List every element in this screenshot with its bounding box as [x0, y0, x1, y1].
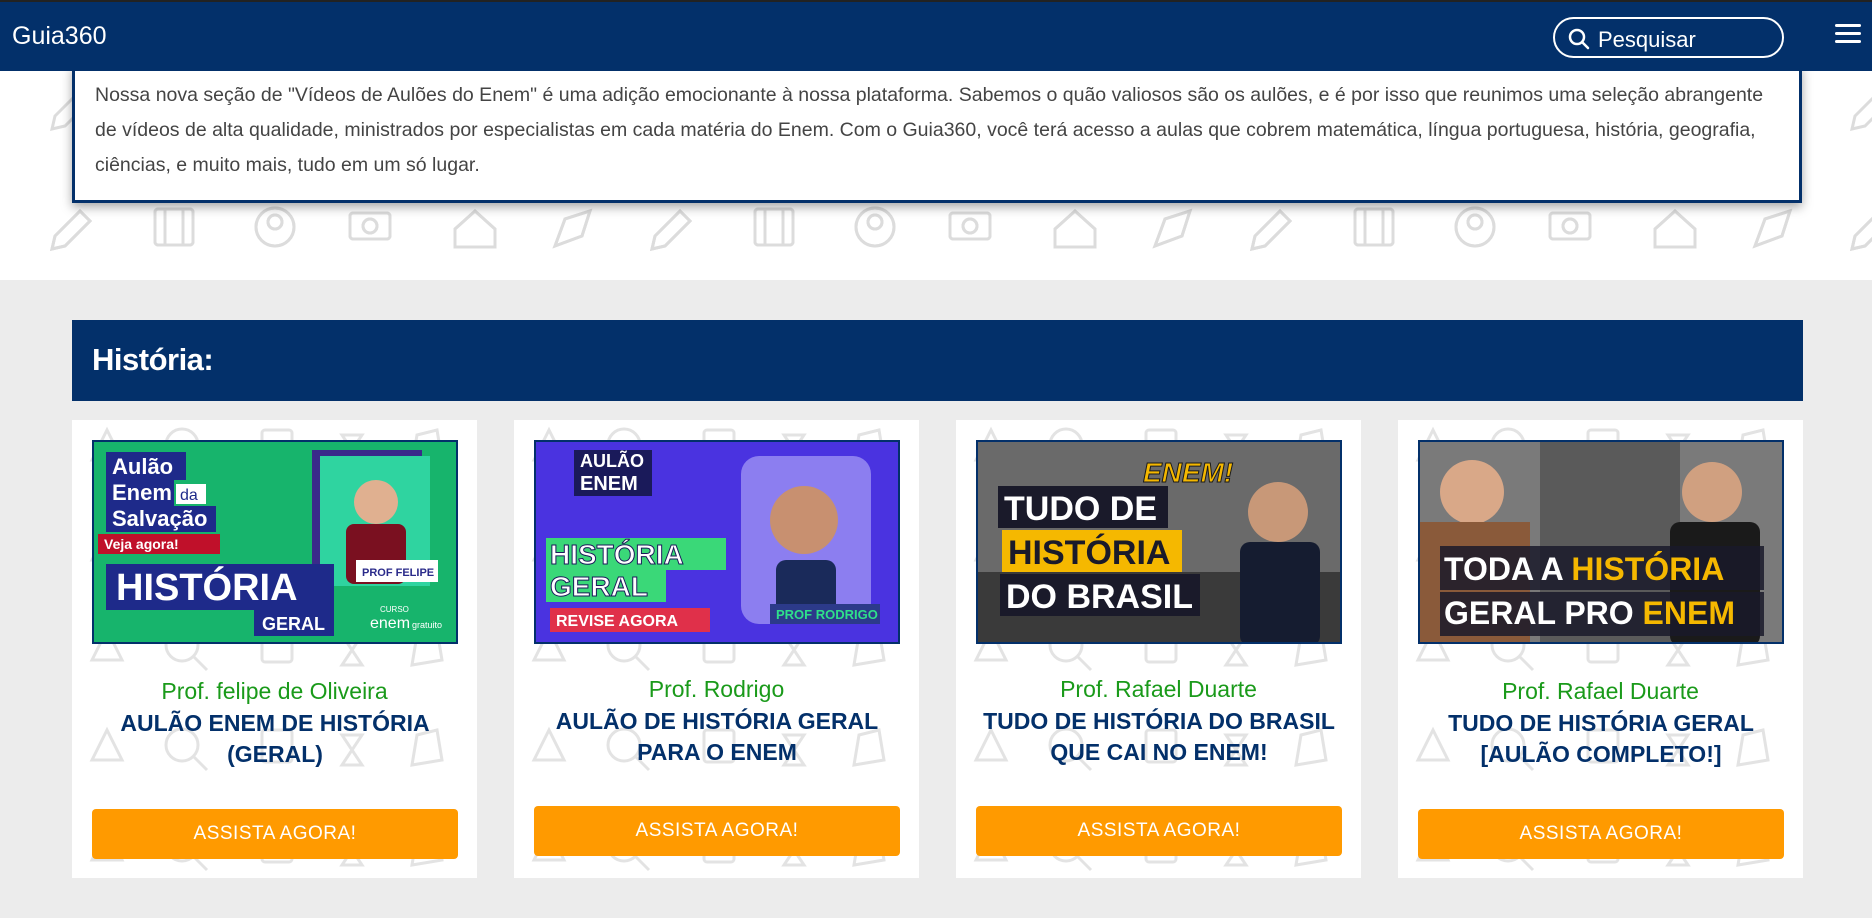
section-header-historia: História: [72, 320, 1803, 401]
thumb-badge1: AULÃO [580, 450, 644, 471]
brand-logo[interactable]: Guia360 [12, 22, 107, 51]
top-navbar: Guia360 Pesquisar [0, 0, 1872, 71]
search-input[interactable]: Pesquisar [1598, 27, 1696, 53]
thumb-brand-small: CURSO [380, 605, 409, 614]
video-thumbnail-2[interactable]: PROF RODRIGO AULÃO ENEM HISTÓRIA GERAL R… [534, 440, 900, 644]
thumb-line2b: da [180, 487, 198, 504]
professor-name: Prof. Rodrigo [648, 676, 785, 702]
svg-text:GERAL PRO ENEM: GERAL PRO ENEM [1444, 595, 1735, 631]
video-title: TUDO DE HISTÓRIA DO BRASIL QUE CAI NO EN… [983, 708, 1335, 765]
watch-now-button[interactable]: ASSISTA AGORA! [534, 806, 900, 856]
video-title: AULÃO ENEM DE HISTÓRIA (GERAL) [120, 710, 430, 767]
watch-now-button[interactable]: ASSISTA AGORA! [976, 806, 1342, 856]
thumbnail-image: ENEM! TUDO DE HISTÓRIA DO BRASIL [978, 442, 1340, 642]
thumb-l1: TUDO DE [1004, 490, 1157, 528]
svg-text:TODA A HISTÓRIA: TODA A HISTÓRIA [1444, 551, 1724, 587]
thumb-stamp: ENEM! [1143, 457, 1233, 488]
thumbnail-image: TODA A HISTÓRIA GERAL PRO ENEM [1420, 442, 1782, 642]
video-thumbnail-4[interactable]: TODA A HISTÓRIA GERAL PRO ENEM [1418, 440, 1784, 644]
intro-box: Nossa nova seção de "Vídeos de Aulões do… [72, 71, 1802, 203]
video-title: AULÃO DE HISTÓRIA GERAL PARA O ENEM [555, 708, 879, 765]
thumb-l2a: GERAL PRO [1444, 595, 1643, 631]
thumbnail-image: PROF FELIPE Aulão Enem da Salvação Veja … [94, 442, 456, 642]
thumb-l3: DO BRASIL [1006, 578, 1193, 616]
thumb-l2: HISTÓRIA [1008, 534, 1170, 572]
thumb-l1a: TODA A [1444, 551, 1571, 587]
video-thumbnail-3[interactable]: ENEM! TUDO DE HISTÓRIA DO BRASIL [976, 440, 1342, 644]
watch-now-button[interactable]: ASSISTA AGORA! [92, 809, 458, 859]
thumb-line3: Salvação [112, 506, 207, 531]
thumb-line2: Enem [112, 480, 172, 505]
video-thumbnail-1[interactable]: PROF FELIPE Aulão Enem da Salvação Veja … [92, 440, 458, 644]
section-title: História: [92, 342, 214, 377]
thumb-l2b: ENEM [1643, 595, 1735, 631]
thumb-big2: GERAL [550, 571, 648, 602]
thumbnail-image: PROF RODRIGO AULÃO ENEM HISTÓRIA GERAL R… [536, 442, 898, 642]
thumb-big: HISTÓRIA [116, 565, 298, 609]
thumb-cta: REVISE AGORA [556, 613, 679, 630]
thumb-line1: Aulão [112, 454, 173, 479]
video-card-3: ENEM! TUDO DE HISTÓRIA DO BRASIL Prof. R… [956, 420, 1361, 878]
thumb-prof-tag: PROF FELIPE [362, 567, 434, 579]
video-title: TUDO DE HISTÓRIA GERAL [AULÃO COMPLETO!] [1448, 710, 1754, 767]
professor-name: Prof. felipe de Oliveira [161, 678, 388, 704]
thumb-badge2: ENEM [580, 473, 638, 495]
intro-text: Nossa nova seção de "Vídeos de Aulões do… [95, 84, 1764, 176]
professor-name: Prof. Rafael Duarte [1502, 678, 1699, 704]
hamburger-menu-icon[interactable] [1835, 24, 1861, 46]
search-icon [1568, 28, 1590, 50]
video-card-1: PROF FELIPE Aulão Enem da Salvação Veja … [72, 420, 477, 878]
intro-section: Nossa nova seção de "Vídeos de Aulões do… [0, 71, 1872, 280]
video-card-4: TODA A HISTÓRIA GERAL PRO ENEM Prof. Raf… [1398, 420, 1803, 878]
watch-now-button[interactable]: ASSISTA AGORA! [1418, 809, 1784, 859]
thumb-brand: enem [370, 615, 410, 632]
thumb-big1: HISTÓRIA [550, 539, 684, 570]
thumb-sub: GERAL [262, 614, 325, 634]
search-box[interactable]: Pesquisar [1553, 17, 1784, 58]
video-card-2: PROF RODRIGO AULÃO ENEM HISTÓRIA GERAL R… [514, 420, 919, 878]
thumb-prof-tag: PROF RODRIGO [776, 607, 878, 622]
thumb-l1b: HISTÓRIA [1571, 551, 1724, 587]
professor-name: Prof. Rafael Duarte [1060, 676, 1257, 702]
thumb-brand-suffix: gratuito [412, 620, 442, 630]
thumb-cta: Veja agora! [104, 536, 179, 552]
